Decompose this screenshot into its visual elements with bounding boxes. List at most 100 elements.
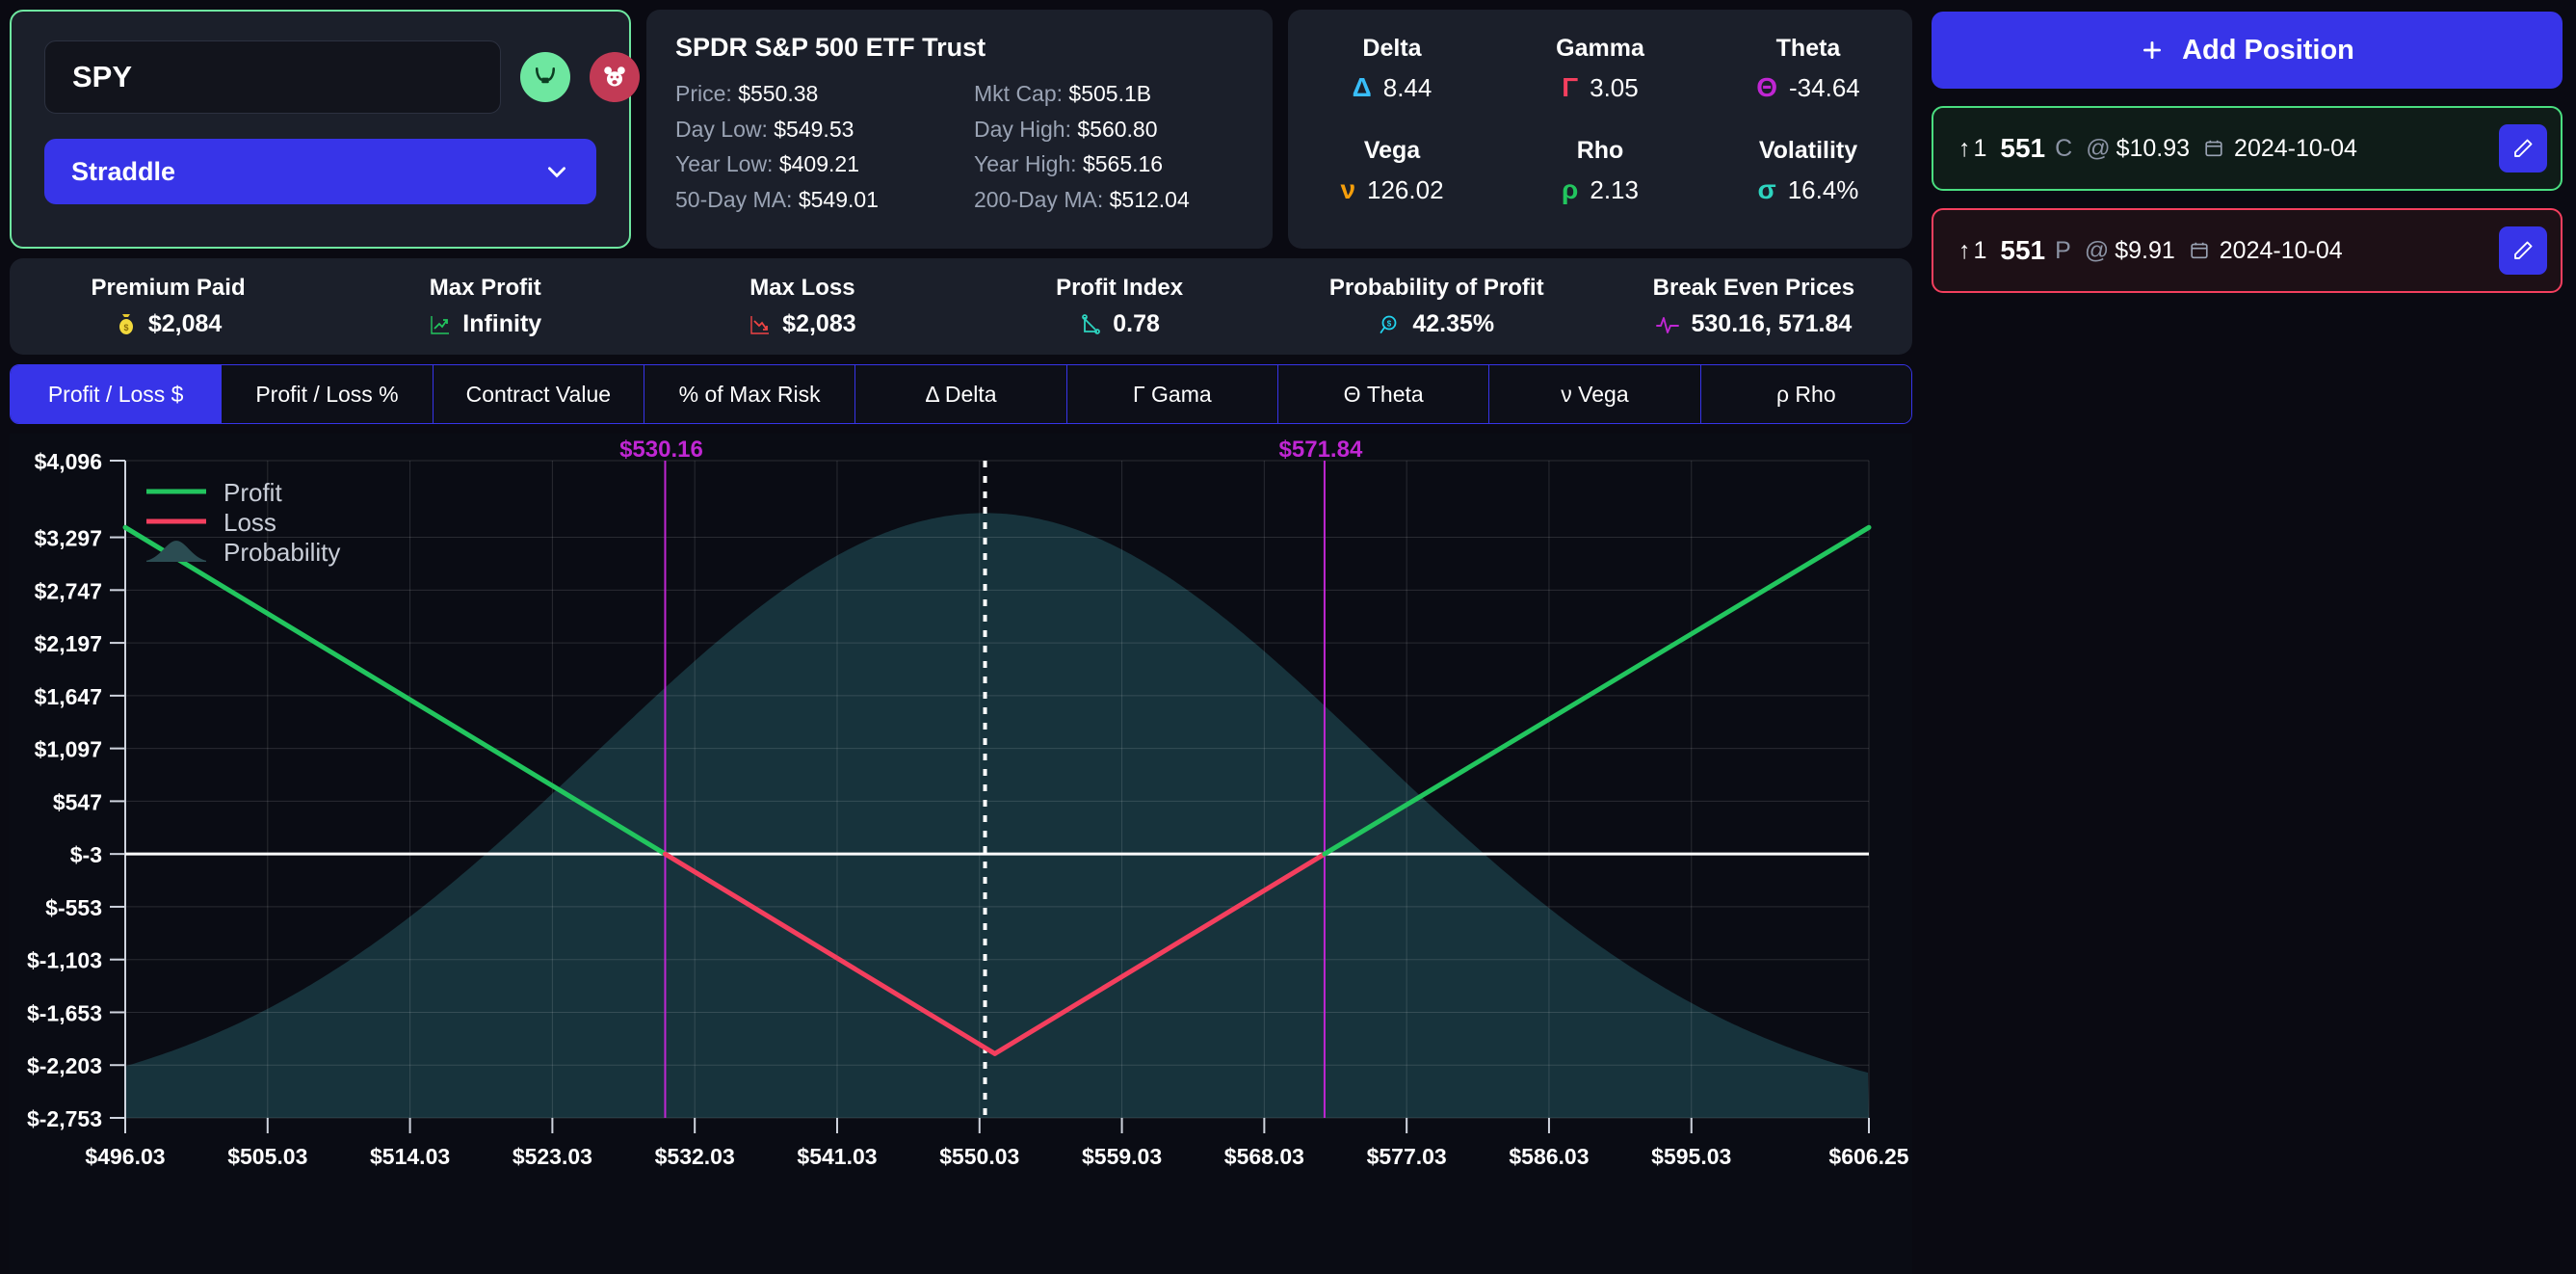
position-card-put[interactable]: ↑ 1 551 P @ $9.91 2024-10-04 (1932, 208, 2563, 293)
greek-value: 2.13 (1590, 174, 1639, 204)
bear-icon[interactable] (590, 52, 640, 102)
y-axis-tick-label: $4,096 (35, 449, 102, 474)
greek-value: 126.02 (1367, 174, 1444, 204)
greek-value-row: ρ 2.13 (1496, 174, 1704, 205)
options-analyzer-app: Straddle SPDR S&P 500 ETF Trust Price: $… (0, 0, 2576, 1274)
stock-stat-value: $409.21 (778, 151, 859, 177)
y-axis-tick-label: $1,097 (35, 737, 102, 762)
x-axis-tick-label: $550.03 (939, 1144, 1019, 1169)
vega-symbol-icon: ν (1340, 174, 1356, 204)
tab-contract-value[interactable]: Contract Value (433, 365, 644, 423)
x-axis-tick-label: $514.03 (370, 1144, 450, 1169)
position-date-group: 2024-10-04 (2189, 237, 2343, 265)
tab-profit-loss-percent[interactable]: Profit / Loss % (222, 365, 434, 423)
pencil-icon (2514, 241, 2533, 259)
y-axis-tick-label: $1,647 (35, 684, 102, 709)
position-qty: 1 (1973, 236, 1987, 264)
chart-metric-tabs: Profit / Loss $ Profit / Loss % Contract… (10, 364, 1912, 424)
x-axis-tick-label: $505.03 (227, 1144, 307, 1169)
ticker-row (44, 40, 709, 114)
stock-stat-label: Price: (675, 81, 732, 106)
metric-value: $2,083 (782, 310, 856, 337)
ticker-input[interactable] (44, 40, 501, 114)
stock-stat: Year High: $565.16 (974, 148, 1244, 180)
tab-rho[interactable]: ρ Rho (1700, 365, 1911, 423)
greek-gamma: Gamma Γ 3.05 (1496, 27, 1704, 129)
stock-stat: Year Low: $409.21 (675, 148, 945, 180)
greek-delta: Delta Δ 8.44 (1288, 27, 1496, 129)
greek-label: Rho (1576, 137, 1624, 164)
metric-label: Probability of Profit (1328, 275, 1544, 301)
tab-vega[interactable]: ν Vega (1489, 365, 1701, 423)
edit-position-button[interactable] (2499, 124, 2547, 173)
stock-stat-label: Year High: (974, 151, 1077, 177)
tab-theta[interactable]: Θ Theta (1277, 365, 1490, 423)
metric-value-row: $2,083 (644, 310, 960, 338)
bull-icon[interactable] (520, 52, 570, 102)
svg-text:$: $ (1387, 319, 1392, 328)
metric-value: 530.16, 571.84 (1691, 310, 1853, 337)
greek-value: -34.64 (1789, 72, 1860, 102)
metric-break-even-prices: Break Even Prices 530.16, 571.84 (1595, 275, 1912, 338)
stock-stat-value: $560.80 (1077, 116, 1158, 142)
add-position-button[interactable]: Add Position (1932, 12, 2563, 89)
add-position-label: Add Position (2182, 34, 2354, 66)
tab-percent-of-max-risk[interactable]: % of Max Risk (644, 365, 856, 423)
position-type: C (2055, 134, 2073, 162)
metric-value: 0.78 (1113, 310, 1160, 337)
greek-theta: Theta Θ -34.64 (1704, 27, 1912, 129)
left-column: Straddle SPDR S&P 500 ETF Trust Price: $… (10, 10, 1912, 1274)
scatter-icon (1082, 313, 1101, 334)
x-axis-tick-label: $559.03 (1082, 1144, 1162, 1169)
pulse-icon (1656, 316, 1680, 333)
ticker-strategy-panel: Straddle (10, 10, 709, 249)
stock-stat: 50-Day MA: $549.01 (675, 184, 945, 216)
position-price: $9.91 (2115, 236, 2175, 264)
greek-value-row: Γ 3.05 (1496, 72, 1704, 103)
y-axis-tick-label: $2,747 (35, 578, 102, 603)
metric-value: Infinity (462, 310, 542, 337)
strategy-select[interactable]: Straddle (44, 139, 596, 204)
top-row: Straddle SPDR S&P 500 ETF Trust Price: $… (10, 10, 1912, 249)
tab-gamma[interactable]: Γ Gama (1066, 365, 1278, 423)
stock-stat-value: $550.38 (738, 81, 819, 106)
payoff-chart-svg: $4,096 $3,297 $2,747 $2,197 $1,647 $1,097 $547… (10, 434, 1912, 1214)
metric-value-row: $ 42.35% (1278, 310, 1595, 338)
stock-stat: Day Low: $549.53 (675, 114, 945, 146)
x-axis-tick-label: $532.03 (655, 1144, 735, 1169)
stock-stat-label: Mkt Cap: (974, 81, 1064, 106)
metric-probability-of-profit: Probability of Profit $ 42.35% (1278, 275, 1595, 338)
edit-position-button[interactable] (2499, 226, 2547, 275)
at-symbol: @ (2086, 134, 2111, 162)
breakeven-label: $530.16 (619, 437, 703, 463)
stock-stat: Price: $550.38 (675, 78, 945, 110)
stock-stat: 200-Day MA: $512.04 (974, 184, 1244, 216)
y-axis-tick-label: $-1,653 (27, 1000, 102, 1025)
position-qty: 1 (1973, 134, 1987, 162)
pencil-icon (2514, 139, 2533, 157)
greek-value: 16.4% (1787, 174, 1859, 204)
y-axis-tick-label: $-2,203 (27, 1053, 102, 1078)
x-axis-tick-label: $586.03 (1509, 1144, 1589, 1169)
position-card-call[interactable]: ↑ 1 551 C @ $10.93 2024-10-04 (1932, 106, 2563, 191)
stock-stat-label: Day High: (974, 116, 1071, 142)
position-price: $10.93 (2116, 134, 2191, 162)
tab-profit-loss-dollar[interactable]: Profit / Loss $ (11, 365, 223, 423)
metric-label: Profit Index (1056, 275, 1184, 301)
stock-stat-value: $512.04 (1109, 186, 1190, 212)
greek-value-row: σ 16.4% (1704, 174, 1912, 205)
direction-up-icon: ↑ (1958, 236, 1971, 264)
payoff-chart[interactable]: $4,096 $3,297 $2,747 $2,197 $1,647 $1,097 $547… (10, 434, 1912, 1274)
stock-stat: Day High: $560.80 (974, 114, 1244, 146)
x-axis-tick-label: $595.03 (1651, 1144, 1731, 1169)
x-axis-tick-label: $541.03 (797, 1144, 877, 1169)
stock-stat-label: Day Low: (675, 116, 768, 142)
metric-premium-paid: Premium Paid $ $2,084 (10, 275, 327, 338)
metric-value-row: 0.78 (960, 310, 1277, 338)
y-axis-tick-label: $3,297 (35, 526, 102, 551)
stock-stat-value: $549.53 (774, 116, 854, 142)
greek-value: 8.44 (1382, 72, 1433, 102)
y-axis-tick-label: $547 (53, 789, 102, 814)
at-symbol: @ (2084, 236, 2110, 264)
tab-delta[interactable]: Δ Delta (855, 365, 1067, 423)
